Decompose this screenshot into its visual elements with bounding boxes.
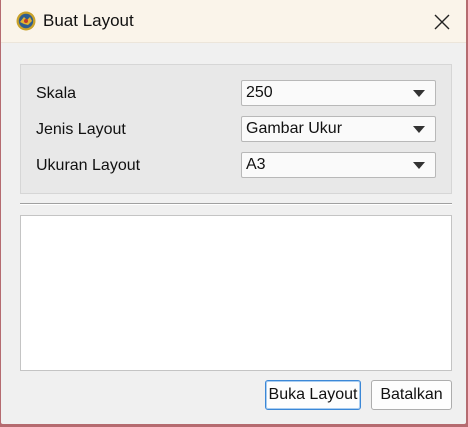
app-logo-icon <box>16 11 36 31</box>
ukuran-layout-dropdown[interactable]: A3 <box>241 152 436 178</box>
skala-dropdown[interactable]: 250 <box>241 80 436 106</box>
close-icon <box>434 14 450 30</box>
chevron-down-icon <box>413 126 425 133</box>
batalkan-button[interactable]: Batalkan <box>371 380 452 410</box>
title-bar: Buat Layout <box>1 0 466 43</box>
buka-layout-button[interactable]: Buka Layout <box>265 380 361 410</box>
window-title: Buat Layout <box>43 11 134 30</box>
chevron-down-icon <box>413 162 425 169</box>
buat-layout-dialog: Buat Layout Skala 250 Jenis Layout Gamba… <box>1 0 466 424</box>
close-button[interactable] <box>426 6 458 38</box>
chevron-down-icon <box>413 90 425 97</box>
jenis-layout-label: Jenis Layout <box>36 121 126 138</box>
separator <box>20 203 452 205</box>
ukuran-layout-value: A3 <box>246 156 266 173</box>
skala-value: 250 <box>246 84 273 101</box>
output-text-area[interactable] <box>20 215 452 371</box>
skala-label: Skala <box>36 85 77 102</box>
ukuran-layout-label: Ukuran Layout <box>36 157 141 174</box>
layout-settings-group: Skala 250 Jenis Layout Gambar Ukur Ukura… <box>20 64 452 194</box>
jenis-layout-value: Gambar Ukur <box>246 120 343 137</box>
jenis-layout-dropdown[interactable]: Gambar Ukur <box>241 116 436 142</box>
